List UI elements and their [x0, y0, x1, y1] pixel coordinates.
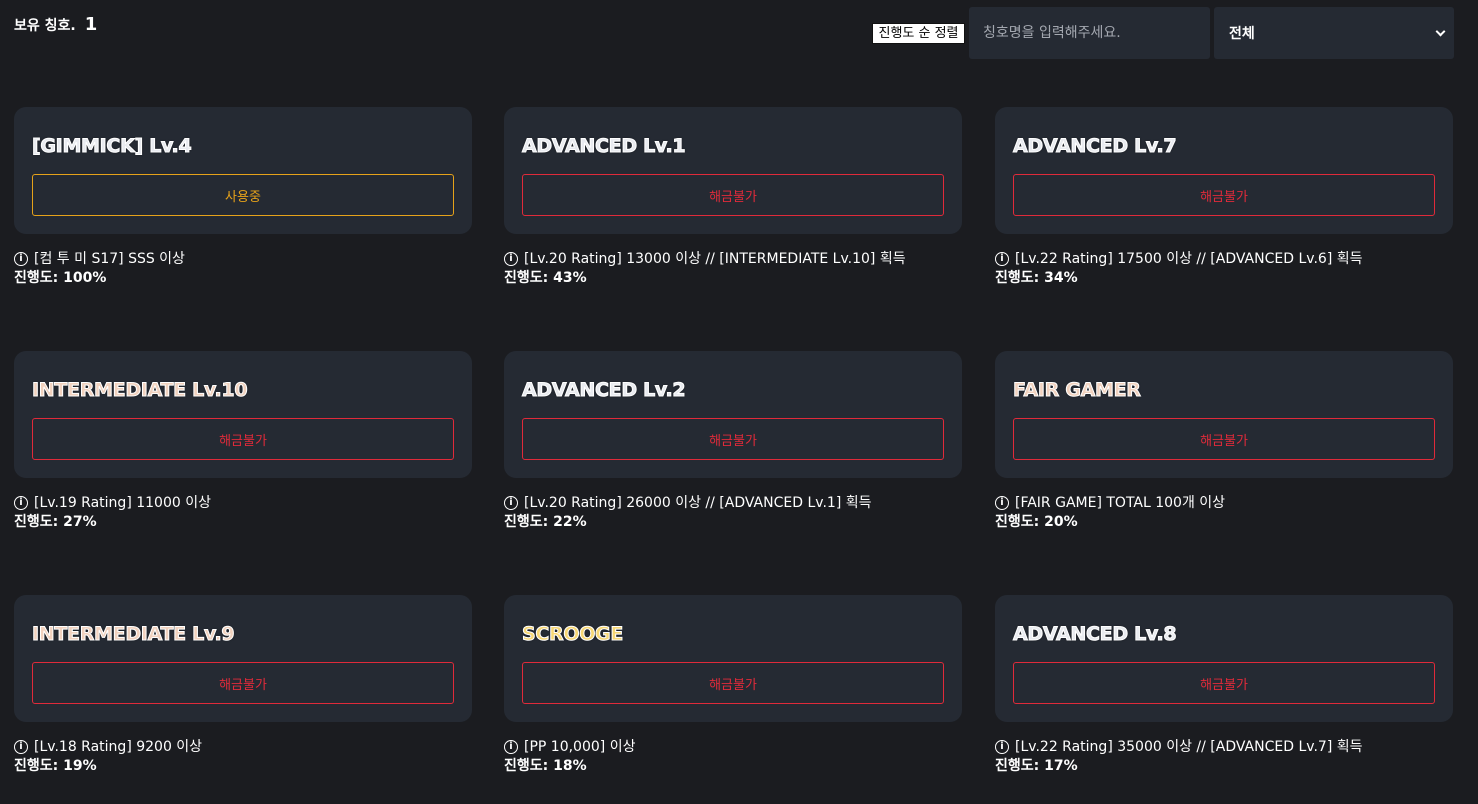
- owned-titles-count: 1: [84, 14, 98, 35]
- title-item: ADVANCED Lv.1 해금불가 i [Lv.20 Rating] 1300…: [504, 107, 963, 287]
- title-item: INTERMEDIATE Lv.10 해금불가 i [Lv.19 Rating]…: [14, 351, 473, 531]
- title-requirement: i [PP 10,000] 이상: [504, 738, 963, 756]
- title-status-button[interactable]: 사용중: [32, 174, 454, 216]
- title-requirement: i [FAIR GAME] TOTAL 100개 이상: [995, 494, 1454, 512]
- title-name: ADVANCED Lv.2: [522, 379, 687, 402]
- category-filter-value: 전체: [1229, 26, 1255, 42]
- title-requirement: i [Lv.22 Rating] 17500 이상 // [ADVANCED L…: [995, 250, 1454, 268]
- title-progress: 진행도: 100%: [14, 270, 107, 286]
- title-progress: 진행도: 34%: [995, 270, 1078, 286]
- requirement-text: [Lv.20 Rating] 26000 이상 // [ADVANCED Lv.…: [524, 495, 872, 511]
- title-name: FAIR GAMER: [1013, 379, 1142, 402]
- title-item: ADVANCED Lv.7 해금불가 i [Lv.22 Rating] 1750…: [995, 107, 1454, 287]
- title-item: [GIMMICK] Lv.4 사용중 i [컴 투 미 S17] SSS 이상 …: [14, 107, 473, 287]
- requirement-text: [Lv.18 Rating] 9200 이상: [34, 739, 203, 755]
- requirement-text: [FAIR GAME] TOTAL 100개 이상: [1015, 495, 1226, 511]
- requirement-text: [Lv.20 Rating] 13000 이상 // [INTERMEDIATE…: [524, 251, 906, 267]
- title-item: SCROOGE 해금불가 i [PP 10,000] 이상 진행도: 18%: [504, 595, 963, 775]
- title-progress: 진행도: 18%: [504, 758, 587, 774]
- title-card: ADVANCED Lv.2 해금불가: [504, 351, 962, 478]
- title-card: ADVANCED Lv.8 해금불가: [995, 595, 1453, 722]
- requirement-text: [PP 10,000] 이상: [524, 739, 636, 755]
- category-filter-select[interactable]: 전체: [1214, 7, 1454, 59]
- title-card: INTERMEDIATE Lv.10 해금불가: [14, 351, 472, 478]
- title-card: ADVANCED Lv.1 해금불가: [504, 107, 962, 234]
- owned-titles-label: 보유 칭호.: [14, 18, 76, 34]
- title-item: ADVANCED Lv.2 해금불가 i [Lv.20 Rating] 2600…: [504, 351, 963, 531]
- title-progress: 진행도: 27%: [14, 514, 97, 530]
- title-progress: 진행도: 20%: [995, 514, 1078, 530]
- requirement-text: [Lv.22 Rating] 17500 이상 // [ADVANCED Lv.…: [1015, 251, 1363, 267]
- title-card: FAIR GAMER 해금불가: [995, 351, 1453, 478]
- title-item: INTERMEDIATE Lv.9 해금불가 i [Lv.18 Rating] …: [14, 595, 473, 775]
- title-status-button[interactable]: 해금불가: [1013, 418, 1435, 460]
- requirement-text: [Lv.19 Rating] 11000 이상: [34, 495, 211, 511]
- title-progress: 진행도: 43%: [504, 270, 587, 286]
- info-icon: i: [14, 740, 28, 754]
- title-status-button[interactable]: 해금불가: [1013, 174, 1435, 216]
- title-name: ADVANCED Lv.8: [1013, 623, 1178, 646]
- title-requirement: i [Lv.20 Rating] 13000 이상 // [INTERMEDIA…: [504, 250, 963, 268]
- owned-titles-summary: 보유 칭호. 1: [14, 14, 97, 35]
- title-name: ADVANCED Lv.7: [1013, 135, 1178, 158]
- title-name: SCROOGE: [522, 623, 624, 646]
- info-icon: i: [504, 252, 518, 266]
- title-search-input[interactable]: [969, 7, 1210, 59]
- title-card: SCROOGE 해금불가: [504, 595, 962, 722]
- title-progress: 진행도: 22%: [504, 514, 587, 530]
- title-card: INTERMEDIATE Lv.9 해금불가: [14, 595, 472, 722]
- title-status-button[interactable]: 해금불가: [522, 174, 944, 216]
- title-requirement: i [컴 투 미 S17] SSS 이상: [14, 250, 473, 268]
- title-status-button[interactable]: 해금불가: [1013, 662, 1435, 704]
- info-icon: i: [995, 496, 1009, 510]
- info-icon: i: [995, 252, 1009, 266]
- info-icon: i: [504, 496, 518, 510]
- title-status-button[interactable]: 해금불가: [522, 662, 944, 704]
- title-requirement: i [Lv.18 Rating] 9200 이상: [14, 738, 473, 756]
- title-status-button[interactable]: 해금불가: [522, 418, 944, 460]
- title-name: [GIMMICK] Lv.4: [32, 135, 193, 158]
- title-card: [GIMMICK] Lv.4 사용중: [14, 107, 472, 234]
- title-item: FAIR GAMER 해금불가 i [FAIR GAME] TOTAL 100개…: [995, 351, 1454, 531]
- title-requirement: i [Lv.22 Rating] 35000 이상 // [ADVANCED L…: [995, 738, 1454, 756]
- chevron-down-icon: [1435, 26, 1446, 36]
- title-name: INTERMEDIATE Lv.10: [32, 379, 249, 402]
- info-icon: i: [995, 740, 1009, 754]
- title-progress: 진행도: 19%: [14, 758, 97, 774]
- title-card: ADVANCED Lv.7 해금불가: [995, 107, 1453, 234]
- title-requirement: i [Lv.20 Rating] 26000 이상 // [ADVANCED L…: [504, 494, 963, 512]
- info-icon: i: [14, 496, 28, 510]
- title-progress: 진행도: 17%: [995, 758, 1078, 774]
- title-requirement: i [Lv.19 Rating] 11000 이상: [14, 494, 473, 512]
- title-status-button[interactable]: 해금불가: [32, 418, 454, 460]
- title-name: ADVANCED Lv.1: [522, 135, 687, 158]
- sort-by-progress-button[interactable]: 진행도 순 정렬: [872, 23, 965, 44]
- info-icon: i: [14, 252, 28, 266]
- info-icon: i: [504, 740, 518, 754]
- requirement-text: [컴 투 미 S17] SSS 이상: [34, 251, 185, 267]
- top-bar: 보유 칭호. 1 진행도 순 정렬 전체: [0, 0, 1478, 70]
- title-name: INTERMEDIATE Lv.9: [32, 623, 236, 646]
- title-item: ADVANCED Lv.8 해금불가 i [Lv.22 Rating] 3500…: [995, 595, 1454, 775]
- requirement-text: [Lv.22 Rating] 35000 이상 // [ADVANCED Lv.…: [1015, 739, 1363, 755]
- title-status-button[interactable]: 해금불가: [32, 662, 454, 704]
